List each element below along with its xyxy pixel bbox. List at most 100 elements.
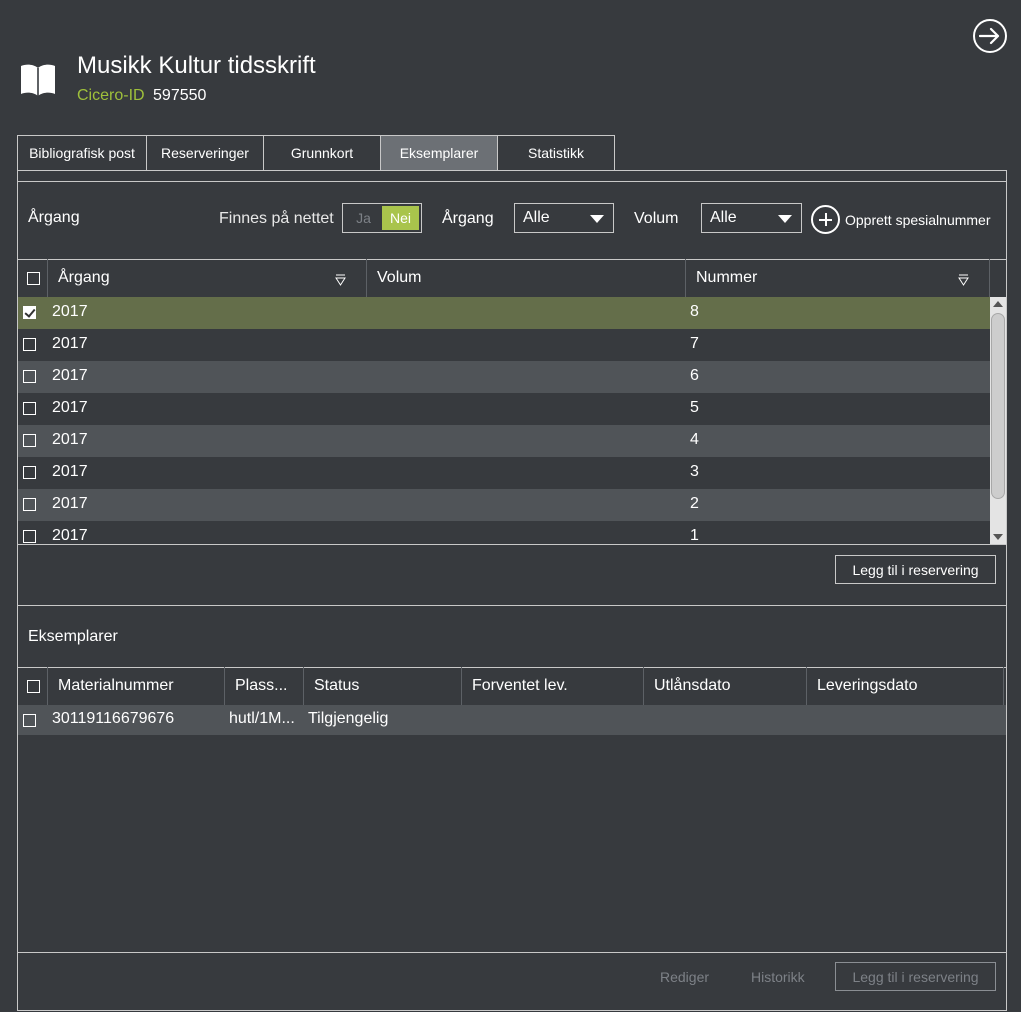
column-header-label: Nummer (696, 269, 758, 286)
divider (18, 544, 1006, 545)
copies-section-title: Eksemplarer (28, 628, 118, 645)
cell-nummer: 4 (690, 431, 699, 448)
tab-eksemplarer[interactable]: Eksemplarer (381, 135, 498, 171)
table-row[interactable]: 2017 2 (18, 489, 990, 521)
online-toggle[interactable]: Ja Nei (342, 203, 422, 233)
scroll-down-icon[interactable] (993, 534, 1003, 540)
vertical-scrollbar[interactable] (990, 297, 1006, 544)
volum-select[interactable]: Alle (701, 203, 802, 233)
sort-icon[interactable] (335, 273, 346, 286)
table-row[interactable]: 2017 5 (18, 393, 990, 425)
row-checkbox[interactable] (23, 306, 36, 319)
exit-button[interactable] (973, 19, 1007, 53)
tab-reserveringer[interactable]: Reserveringer (147, 135, 264, 171)
tab-statistikk[interactable]: Statistikk (498, 135, 615, 171)
add-copy-to-reservation-button[interactable]: Legg til i reservering (835, 962, 996, 991)
section-title-argang: Årgang (28, 209, 80, 226)
sort-icon[interactable] (958, 273, 969, 286)
main-panel: Årgang Finnes på nettet Ja Nei Årgang Al… (17, 170, 1007, 1011)
plus-circle-icon (811, 205, 840, 234)
cell-plass: hutl/1M... (229, 710, 295, 727)
cell-argang: 2017 (52, 335, 88, 352)
column-header-label: Materialnummer (58, 677, 174, 694)
row-checkbox[interactable] (23, 370, 36, 383)
row-checkbox[interactable] (23, 530, 36, 543)
row-checkbox[interactable] (23, 498, 36, 511)
cicero-id: Cicero-ID 597550 (77, 87, 206, 105)
row-checkbox[interactable] (23, 466, 36, 479)
column-header-volum[interactable]: Volum (367, 259, 686, 297)
cell-argang: 2017 (52, 303, 88, 320)
copies-table: Materialnummer Plass... Status Forventet… (18, 667, 1006, 952)
edit-button[interactable]: Rediger (660, 969, 709, 985)
argang-filter-label: Årgang (442, 210, 494, 227)
argang-select[interactable]: Alle (514, 203, 614, 233)
column-header-utlansdato[interactable]: Utlånsdato (644, 667, 807, 705)
issues-table-header: Årgang Volum Nummer (18, 259, 990, 297)
column-header-label: Plass... (235, 677, 288, 694)
toggle-yes[interactable]: Ja (345, 206, 382, 230)
cell-nummer: 6 (690, 367, 699, 384)
table-row[interactable]: 2017 6 (18, 361, 990, 393)
arrow-right-icon (979, 27, 1000, 45)
column-header-nummer[interactable]: Nummer (686, 259, 990, 297)
row-checkbox[interactable] (23, 402, 36, 415)
tab-grunnkort[interactable]: Grunnkort (264, 135, 381, 171)
cell-materialnummer: 30119116679676 (52, 710, 175, 727)
cell-nummer: 3 (690, 463, 699, 480)
divider (18, 952, 1006, 953)
create-special-issue-button[interactable]: Opprett spesialnummer (811, 205, 991, 234)
column-header-label: Årgang (58, 269, 110, 286)
cell-argang: 2017 (52, 431, 88, 448)
copies-table-header: Materialnummer Plass... Status Forventet… (18, 667, 1006, 705)
create-special-issue-label: Opprett spesialnummer (845, 211, 991, 228)
cell-argang: 2017 (52, 463, 88, 480)
issues-table: Årgang Volum Nummer 2017 8 2017 7 2017 6 (18, 259, 1006, 544)
divider (18, 181, 1006, 182)
column-header-argang[interactable]: Årgang (48, 259, 367, 297)
select-all-cell (18, 667, 48, 705)
column-header-status[interactable]: Status (304, 667, 462, 705)
volum-select-value: Alle (710, 209, 737, 226)
cicero-id-value: 597550 (153, 87, 207, 104)
cell-nummer: 7 (690, 335, 699, 352)
divider (18, 605, 1006, 606)
scroll-up-icon[interactable] (993, 301, 1003, 307)
table-row[interactable]: 2017 4 (18, 425, 990, 457)
table-row[interactable]: 2017 1 (18, 521, 990, 544)
table-row[interactable]: 30119116679676 hutl/1M... Tilgjengelig (18, 705, 1006, 735)
column-header-label: Status (314, 677, 360, 694)
column-header-forventet[interactable]: Forventet lev. (462, 667, 644, 705)
column-header-leveringsdato[interactable]: Leveringsdato (807, 667, 1004, 705)
cell-nummer: 5 (690, 399, 699, 416)
cell-nummer: 1 (690, 527, 699, 544)
online-label: Finnes på nettet (219, 210, 334, 227)
column-header-plass[interactable]: Plass... (225, 667, 304, 705)
table-row[interactable]: 2017 8 (18, 297, 990, 329)
caret-down-icon (590, 215, 604, 223)
caret-down-icon (778, 215, 792, 223)
cell-argang: 2017 (52, 367, 88, 384)
add-to-reservation-button[interactable]: Legg til i reservering (835, 555, 996, 584)
cell-nummer: 2 (690, 495, 699, 512)
tab-bibliografisk-post[interactable]: Bibliografisk post (17, 135, 147, 171)
cell-nummer: 8 (690, 303, 699, 320)
cell-argang: 2017 (52, 399, 88, 416)
row-checkbox[interactable] (23, 338, 36, 351)
row-checkbox[interactable] (23, 434, 36, 447)
select-all-checkbox[interactable] (27, 271, 40, 285)
cell-argang: 2017 (52, 527, 88, 544)
history-button[interactable]: Historikk (751, 969, 805, 985)
column-header-materialnummer[interactable]: Materialnummer (48, 667, 225, 705)
table-row[interactable]: 2017 3 (18, 457, 990, 489)
select-all-checkbox[interactable] (27, 679, 40, 693)
toggle-no[interactable]: Nei (382, 206, 419, 230)
column-header-label: Volum (377, 269, 422, 286)
argang-select-value: Alle (523, 209, 550, 226)
cicero-id-label: Cicero-ID (77, 87, 145, 104)
scrollbar-thumb[interactable] (991, 313, 1005, 499)
column-header-label: Utlånsdato (654, 677, 731, 694)
filter-bar: Årgang Finnes på nettet Ja Nei Årgang Al… (18, 183, 1006, 261)
row-checkbox[interactable] (23, 714, 36, 727)
table-row[interactable]: 2017 7 (18, 329, 990, 361)
